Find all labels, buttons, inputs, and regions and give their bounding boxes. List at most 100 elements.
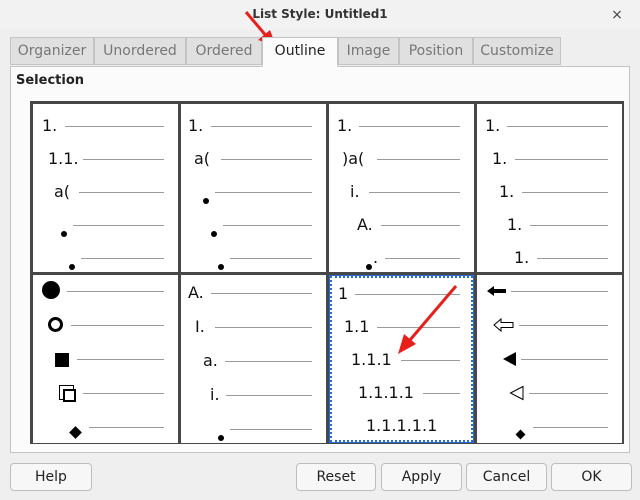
level-label: 1.1.1 — [351, 350, 392, 369]
level-label: 1. — [337, 116, 353, 135]
level-line — [423, 393, 460, 394]
level-line — [519, 325, 608, 326]
bullet-icon — [218, 255, 224, 275]
level-line — [226, 395, 312, 396]
bullet-icon — [366, 255, 372, 275]
level-line — [79, 192, 164, 193]
level-label: 1. — [514, 248, 530, 267]
level-line — [377, 159, 460, 160]
level-line — [511, 291, 608, 292]
level-line — [522, 192, 608, 193]
level-line — [401, 360, 460, 361]
bullet-icon — [218, 426, 224, 446]
tab-position[interactable]: Position — [399, 37, 473, 65]
level-label: A. — [357, 215, 373, 234]
preset-1[interactable]: 1. 1.1. a( — [33, 104, 178, 272]
preset-7[interactable]: 1 1.1 1.1.1 1.1.1.1 1.1.1.1.1 — [329, 275, 474, 443]
bullet-icon — [61, 222, 67, 242]
level-line — [230, 429, 312, 430]
level-label: a. — [203, 351, 218, 370]
box-3d-icon — [63, 387, 76, 407]
level-line — [77, 359, 164, 360]
preset-6[interactable]: A. I. a. i. — [181, 275, 326, 443]
outline-left-arrow-icon — [493, 315, 515, 340]
level-label: 1.1 — [344, 317, 370, 336]
reset-button[interactable]: Reset — [296, 463, 376, 491]
level-label: 1. — [42, 116, 58, 135]
title-bar: List Style: Untitled1 × — [0, 0, 640, 30]
level-line — [507, 126, 608, 127]
level-line — [359, 126, 460, 127]
level-line — [81, 258, 164, 259]
bullet-icon — [211, 222, 217, 242]
level-label: i. — [210, 385, 220, 404]
tab-customize[interactable]: Customize — [473, 37, 561, 65]
outline-left-triangle-icon — [509, 383, 525, 408]
level-label: i. — [350, 182, 360, 201]
level-line — [89, 427, 164, 428]
tab-ordered[interactable]: Ordered — [186, 37, 262, 65]
level-label: )a( — [342, 149, 365, 168]
left-triangle-icon — [502, 349, 518, 374]
diamond-icon — [69, 422, 82, 442]
level-label: A. — [188, 283, 204, 302]
tab-outline[interactable]: Outline — [262, 37, 338, 67]
bullet-icon — [69, 255, 75, 275]
preset-3[interactable]: 1. )a( i. A. . — [329, 104, 474, 272]
dialog-title: List Style: Untitled1 — [252, 7, 388, 21]
level-label: a( — [194, 149, 211, 168]
tab-image[interactable]: Image — [338, 37, 399, 65]
level-label: 1. — [485, 116, 501, 135]
selection-heading: Selection — [16, 73, 85, 88]
level-label: 1. — [507, 215, 523, 234]
level-line — [211, 126, 312, 127]
level-label: 1. — [188, 116, 204, 135]
tab-unordered[interactable]: Unordered — [94, 37, 186, 65]
level-line — [71, 325, 164, 326]
ring-icon — [48, 317, 63, 337]
preset-8[interactable] — [477, 275, 622, 443]
cancel-button[interactable]: Cancel — [466, 463, 547, 491]
level-line — [537, 258, 608, 259]
apply-button[interactable]: Apply — [381, 463, 462, 491]
left-arrow-icon — [487, 281, 507, 306]
level-label: 1.1.1.1 — [358, 383, 414, 402]
level-label: 1.1.1.1.1 — [366, 416, 438, 435]
preset-grid: 1. 1.1. a( 1. a( 1. )a( i. A. . 1. 1. 1.… — [30, 101, 624, 444]
level-line — [355, 294, 460, 295]
preset-5[interactable] — [33, 275, 178, 443]
help-button[interactable]: Help — [10, 463, 92, 491]
level-label: a( — [54, 182, 71, 201]
level-label: 1.1. — [48, 149, 79, 168]
level-label: I. — [195, 317, 205, 336]
level-line — [515, 159, 608, 160]
level-line — [385, 258, 460, 259]
preset-4[interactable]: 1. 1. 1. 1. 1. — [477, 104, 622, 272]
level-line — [381, 225, 460, 226]
level-line — [211, 293, 312, 294]
tab-organizer[interactable]: Organizer — [10, 37, 94, 65]
close-icon[interactable]: × — [608, 6, 626, 24]
square-icon — [55, 352, 69, 372]
level-line — [221, 159, 312, 160]
level-line — [529, 393, 608, 394]
level-line — [369, 192, 460, 193]
level-line — [377, 327, 460, 328]
level-line — [83, 159, 164, 160]
level-line — [223, 225, 312, 226]
level-line — [521, 359, 608, 360]
level-line — [65, 126, 164, 127]
level-line — [73, 225, 164, 226]
level-line — [83, 393, 164, 394]
level-line — [230, 258, 312, 259]
large-circle-icon — [42, 281, 60, 304]
ok-button[interactable]: OK — [551, 463, 632, 491]
level-label: . — [373, 248, 379, 267]
level-line — [533, 427, 608, 428]
level-line — [215, 192, 312, 193]
level-line — [225, 361, 312, 362]
level-label: 1. — [499, 182, 515, 201]
bullet-icon — [203, 189, 209, 209]
level-line — [67, 291, 164, 292]
preset-2[interactable]: 1. a( — [181, 104, 326, 272]
